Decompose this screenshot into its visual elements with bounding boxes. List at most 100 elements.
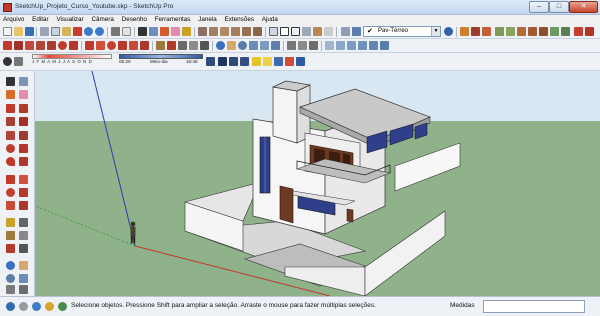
menu-arquivo[interactable]: Arquivo — [0, 15, 27, 25]
solid-subtract-icon[interactable] — [358, 41, 367, 50]
arc-tool-icon[interactable] — [14, 41, 23, 50]
credits-icon[interactable] — [19, 302, 28, 311]
axes-icon[interactable] — [6, 244, 15, 253]
solid-intersect-icon[interactable] — [336, 41, 345, 50]
walk-tool-icon[interactable] — [298, 41, 307, 50]
open-file-icon[interactable] — [14, 27, 23, 36]
line-icon[interactable] — [6, 104, 15, 113]
chevron-down-icon[interactable]: ▼ — [431, 27, 440, 36]
solid-split-icon[interactable] — [380, 41, 389, 50]
user-account-icon[interactable] — [32, 302, 41, 311]
dimension-tool-icon[interactable] — [178, 41, 187, 50]
model-viewport[interactable] — [35, 71, 600, 296]
profile-edges-icon[interactable] — [274, 57, 283, 66]
follow-me-tool-icon[interactable] — [118, 41, 127, 50]
rotate-tool-icon[interactable] — [107, 41, 116, 50]
sandbox-from-scratch-icon[interactable] — [506, 27, 515, 36]
scale-icon[interactable] — [6, 201, 15, 210]
zoom-window-icon[interactable] — [249, 41, 258, 50]
iso-view-icon[interactable] — [198, 27, 207, 36]
tape-measure-icon[interactable] — [182, 27, 191, 36]
paste-icon[interactable] — [62, 27, 71, 36]
scale-tool-icon[interactable] — [129, 41, 138, 50]
component-icon[interactable] — [19, 77, 28, 86]
toggle-shadows-icon[interactable] — [14, 57, 23, 66]
3d-text-tool-icon[interactable] — [200, 41, 209, 50]
menu-extensoes[interactable]: Extensões — [222, 15, 257, 25]
close-button[interactable]: ✕ — [569, 1, 598, 13]
menu-visualizar[interactable]: Visualizar — [53, 15, 86, 25]
flip-edge-icon[interactable] — [561, 27, 570, 36]
sketchup-app-icon[interactable] — [3, 3, 12, 12]
style-back-edges-icon[interactable] — [218, 57, 227, 66]
sandbox-from-contours-icon[interactable] — [495, 27, 504, 36]
cut-icon[interactable] — [40, 27, 49, 36]
menu-ferramentas[interactable]: Ferramentas — [152, 15, 194, 25]
zoom-extents-icon[interactable] — [260, 41, 269, 50]
circle-icon[interactable] — [6, 144, 15, 153]
zoom-icon[interactable] — [6, 274, 15, 283]
move-tool-icon[interactable] — [85, 41, 94, 50]
rotated-rectangle-icon[interactable] — [47, 41, 56, 50]
rotate-icon[interactable] — [6, 188, 15, 197]
paint-bucket-icon[interactable] — [6, 90, 15, 99]
top-view-icon[interactable] — [209, 27, 218, 36]
previous-view-icon[interactable] — [271, 41, 280, 50]
new-file-icon[interactable] — [3, 27, 12, 36]
print-icon[interactable] — [111, 27, 120, 36]
front-view-icon[interactable] — [220, 27, 229, 36]
layer-manager-icon[interactable] — [444, 27, 453, 36]
polygon-tool-icon[interactable] — [69, 41, 78, 50]
push-pull-tool-icon[interactable] — [96, 41, 105, 50]
warehouse-icon[interactable] — [574, 27, 583, 36]
back-view-icon[interactable] — [242, 27, 251, 36]
walk-icon[interactable] — [6, 285, 15, 294]
circle-tool-icon[interactable] — [58, 41, 67, 50]
shaded-style-icon[interactable] — [302, 27, 311, 36]
geo-location-icon[interactable] — [6, 302, 15, 311]
freehand-tool-icon[interactable] — [25, 41, 34, 50]
menu-janela[interactable]: Janela — [195, 15, 220, 25]
redo-icon[interactable] — [95, 27, 104, 36]
pie-icon[interactable] — [6, 157, 15, 166]
fog-icon[interactable] — [252, 57, 261, 66]
style-xray-icon[interactable] — [206, 57, 215, 66]
hidden-line-style-icon[interactable] — [291, 27, 300, 36]
style-shaded-icon[interactable] — [240, 57, 249, 66]
look-around-icon[interactable] — [309, 41, 318, 50]
menu-desenho[interactable]: Desenho — [119, 15, 150, 25]
solid-trim-icon[interactable] — [369, 41, 378, 50]
paint-bucket-icon[interactable] — [160, 27, 169, 36]
select-arrow-icon[interactable] — [6, 77, 15, 86]
rectangle-icon[interactable] — [6, 131, 15, 140]
display-section-cuts-icon[interactable] — [482, 27, 491, 36]
shaded-textures-style-icon[interactable] — [313, 27, 322, 36]
xray-style-icon[interactable] — [269, 27, 278, 36]
edge-style-icon[interactable] — [263, 57, 272, 66]
extension-warehouse-icon[interactable] — [585, 27, 594, 36]
rotated-rectangle-icon[interactable] — [19, 131, 28, 140]
pan-tool-icon[interactable] — [227, 41, 236, 50]
orbit-tool-icon[interactable] — [216, 41, 225, 50]
offset-tool-icon[interactable] — [140, 41, 149, 50]
drape-icon[interactable] — [539, 27, 548, 36]
monochrome-style-icon[interactable] — [324, 27, 333, 36]
3d-text-icon[interactable] — [19, 244, 28, 253]
measurements-input[interactable] — [483, 300, 585, 313]
position-camera-icon[interactable] — [287, 41, 296, 50]
erase-icon[interactable] — [73, 27, 82, 36]
eraser-icon[interactable] — [171, 27, 180, 36]
make-component-icon[interactable] — [149, 27, 158, 36]
offset-icon[interactable] — [19, 201, 28, 210]
follow-me-icon[interactable] — [19, 188, 28, 197]
color-by-layer-icon[interactable] — [285, 57, 294, 66]
text-icon[interactable] — [19, 231, 28, 240]
display-section-planes-icon[interactable] — [471, 27, 480, 36]
push-pull-icon[interactable] — [19, 175, 28, 184]
section-plane-icon[interactable] — [460, 27, 469, 36]
menu-camera[interactable]: Câmera — [88, 15, 116, 25]
shadow-settings-icon[interactable] — [3, 57, 12, 66]
pan-icon[interactable] — [19, 261, 28, 270]
zoom-window-icon[interactable] — [19, 274, 28, 283]
maximize-button[interactable]: □ — [549, 1, 569, 13]
